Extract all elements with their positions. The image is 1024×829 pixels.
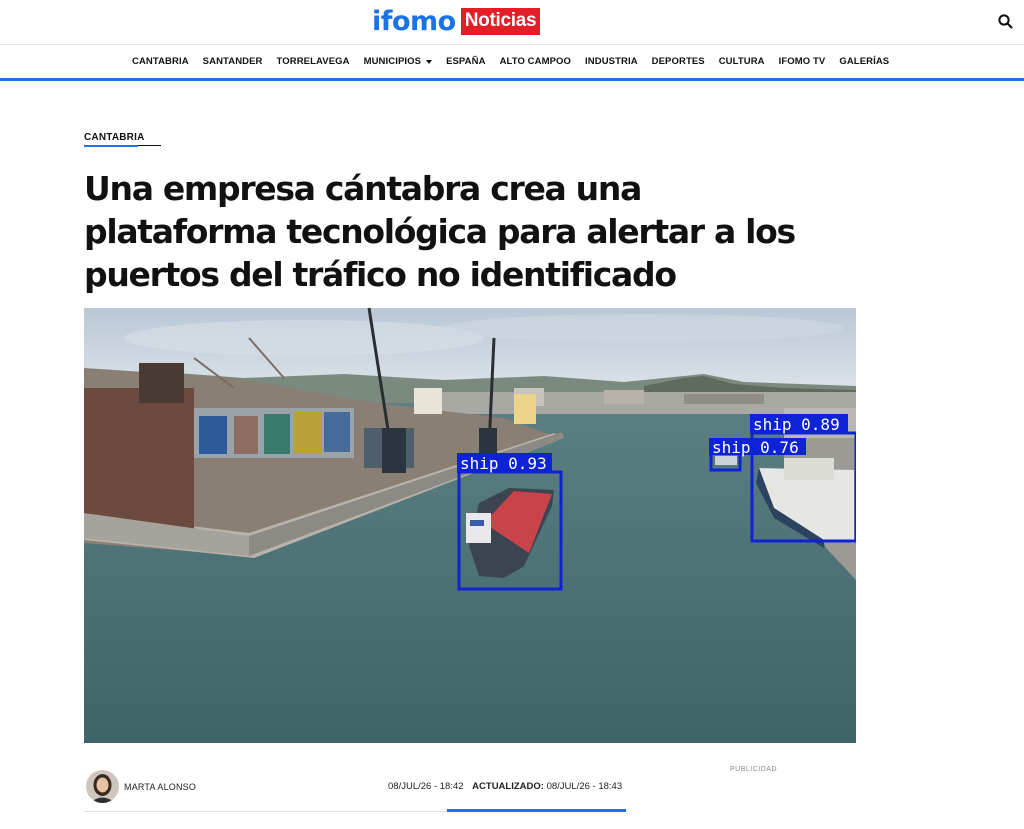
detection-label: ship 0.76 — [712, 438, 799, 457]
nav-item-galerias[interactable]: GALERÍAS — [839, 56, 889, 67]
article-headline: Una empresa cántabra crea una plataforma… — [84, 169, 796, 294]
nav-label: SANTANDER — [202, 56, 263, 67]
author-name[interactable]: MARTA ALONSO — [124, 782, 196, 792]
search-icon — [998, 14, 1013, 29]
publish-dates: 08/JUL/26 - 18:42 ACTUALIZADO: 08/JUL/26… — [388, 781, 622, 792]
meta-divider-accent — [447, 809, 626, 812]
nav-label: TORRELAVEGA — [276, 56, 350, 67]
nav-label: ALTO CAMPOO — [499, 56, 572, 67]
main-nav: CANTABRIA SANTANDER TORRELAVEGA MUNICIPI… — [0, 45, 1024, 81]
nav-label: MUNICIPIOS — [363, 56, 422, 67]
nav-item-santander[interactable]: SANTANDER — [203, 56, 263, 67]
avatar[interactable] — [86, 770, 119, 803]
nav-item-espana[interactable]: ESPAÑA — [446, 56, 486, 67]
site-header: ifomo Noticias — [0, 0, 1024, 45]
nav-item-deportes[interactable]: DEPORTES — [652, 56, 705, 67]
nav-label: IFOMO TV — [778, 56, 826, 67]
nav-item-cultura[interactable]: CULTURA — [719, 56, 765, 67]
nav-label: ESPAÑA — [446, 56, 486, 67]
section-label[interactable]: CANTABRIA — [84, 132, 145, 143]
nav-item-municipios[interactable]: MUNICIPIOS — [363, 56, 433, 67]
advert-label: PUBLICIDAD — [730, 766, 778, 773]
nav-label: INDUSTRIA — [585, 56, 638, 67]
nav-item-ifomo-tv[interactable]: IFOMO TV — [779, 56, 826, 67]
nav-item-alto-campoo[interactable]: ALTO CAMPOO — [500, 56, 571, 67]
nav-label: CANTABRIA — [132, 56, 189, 67]
logo-wordmark: ifomo — [372, 5, 456, 37]
detection-label: ship 0.93 — [460, 454, 547, 473]
published-date: 08/JUL/26 - 18:42 — [388, 781, 464, 792]
nav-item-torrelavega[interactable]: TORRELAVEGA — [277, 56, 350, 67]
site-logo[interactable]: ifomo Noticias — [372, 5, 541, 37]
updated-date: 08/JUL/26 - 18:43 — [546, 781, 623, 792]
nav-label: DEPORTES — [651, 56, 705, 67]
author-photo — [86, 770, 119, 803]
nav-label: GALERÍAS — [839, 56, 890, 67]
hero-image[interactable]: ship 0.93 ship 0.76 ship 0.89 — [84, 308, 856, 743]
nav-item-industria[interactable]: INDUSTRIA — [585, 56, 638, 67]
updated-label: ACTUALIZADO: — [472, 781, 544, 792]
chevron-down-icon — [426, 59, 433, 64]
section-underline-accent — [84, 145, 138, 147]
logo-tag: Noticias — [460, 7, 541, 35]
detection-label: ship 0.89 — [753, 415, 840, 434]
search-button[interactable] — [995, 11, 1017, 33]
port-photo: ship 0.93 ship 0.76 ship 0.89 — [84, 308, 856, 743]
nav-item-cantabria[interactable]: CANTABRIA — [132, 56, 189, 67]
nav-label: CULTURA — [718, 56, 765, 67]
